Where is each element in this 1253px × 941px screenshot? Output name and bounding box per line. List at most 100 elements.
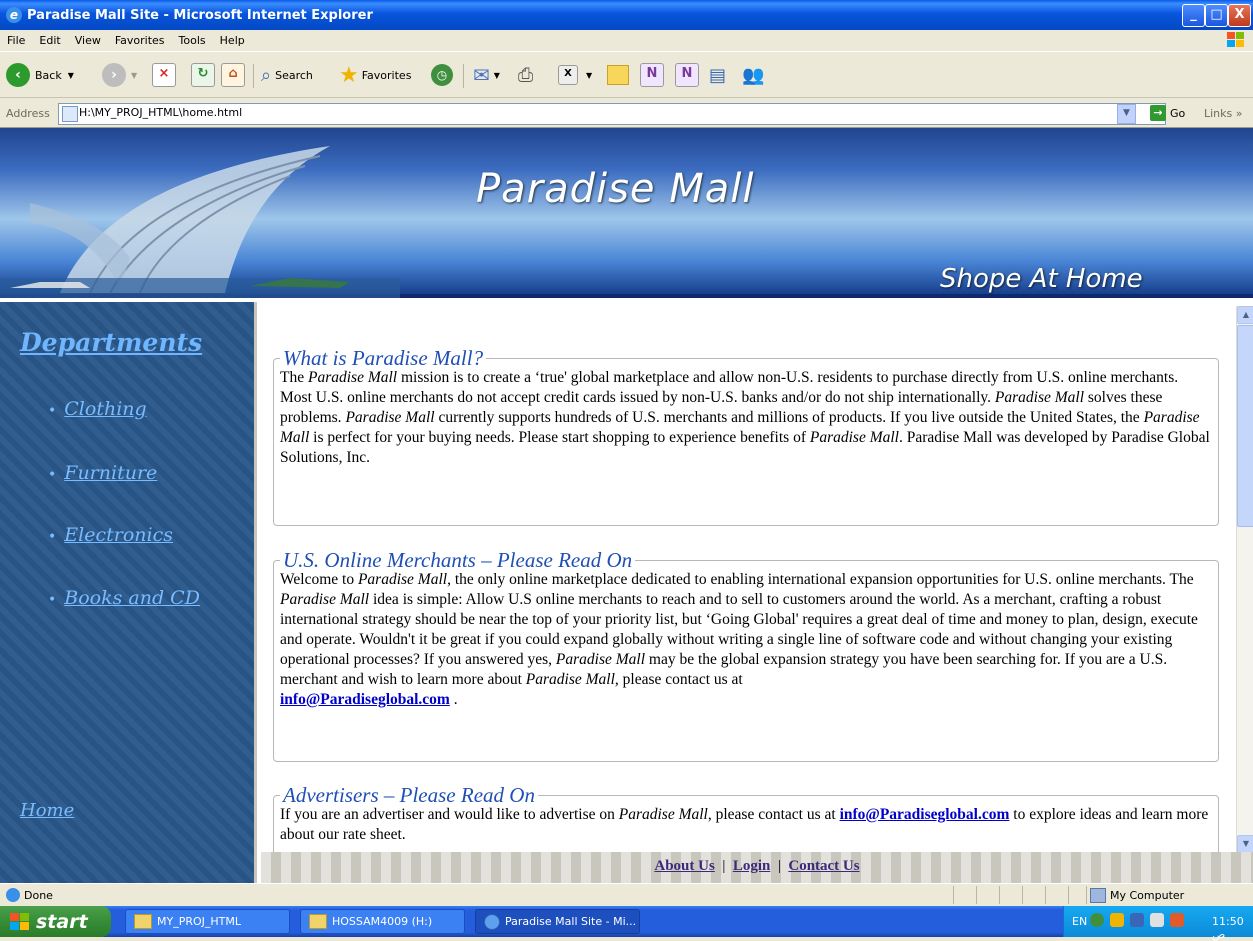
sidebar-item-electronics[interactable]: • Electronics: [48, 524, 173, 546]
ie-icon: [484, 913, 500, 930]
ie-logo-icon: e: [6, 7, 22, 23]
address-bar: Address H:\MY_PROJ_HTML\home.html ▼ → Go…: [0, 98, 1253, 128]
email-link[interactable]: info@Paradiseglobal.com: [280, 691, 450, 708]
language-indicator[interactable]: EN: [1072, 915, 1087, 928]
clock: 11:50 ص: [1212, 915, 1244, 941]
menu-tools[interactable]: Tools: [172, 34, 213, 47]
home-icon: ⌂: [221, 63, 245, 87]
sidebar-item-books-and-cd[interactable]: • Books and CD: [48, 587, 200, 609]
section-title: U.S. Online Merchants – Please Read On: [283, 548, 633, 572]
status-text: Done: [6, 888, 53, 902]
history-button[interactable]: ◷: [431, 61, 453, 89]
close-button[interactable]: X: [1228, 4, 1251, 27]
edit-icon: X: [558, 65, 578, 85]
go-label: Go: [1170, 106, 1186, 120]
menu-help[interactable]: Help: [213, 34, 252, 47]
scroll-up-icon[interactable]: ▲: [1237, 306, 1253, 324]
back-button[interactable]: ‹ Back ▼: [6, 61, 74, 89]
sidebar-item-clothing[interactable]: • Clothing: [48, 398, 147, 420]
menu-view[interactable]: View: [68, 34, 108, 47]
start-button[interactable]: start: [0, 906, 111, 937]
email-link[interactable]: info@Paradiseglobal.com: [840, 806, 1010, 823]
web-page: Paradise Mall Shope At Home Departments …: [0, 128, 1253, 883]
media-button[interactable]: ▤: [709, 61, 726, 89]
history-icon: ◷: [431, 64, 453, 86]
section-text: If you are an advertiser and would like …: [280, 806, 1209, 843]
taskbar-item-paradise-mall[interactable]: Paradise Mall Site - Mi...: [475, 909, 640, 934]
minimize-button[interactable]: _: [1182, 4, 1205, 27]
tray-display-icon[interactable]: [1150, 913, 1164, 927]
section-text: The Paradise Mall mission is to create a…: [280, 369, 1210, 466]
edit-dropdown-icon[interactable]: ▼: [586, 71, 592, 80]
content-area: What is Paradise Mall? The Paradise Mall…: [261, 306, 1236, 852]
stop-icon: ×: [152, 63, 176, 87]
favorites-label: Favorites: [361, 68, 412, 82]
home-button[interactable]: ⌂: [221, 61, 245, 89]
menu-file[interactable]: File: [0, 34, 32, 47]
mail-icon: ✉: [473, 63, 490, 87]
stop-button[interactable]: ×: [152, 61, 176, 89]
departments-heading: Departments: [20, 328, 203, 357]
home-link[interactable]: Home: [20, 800, 74, 821]
section-merchants: U.S. Online Merchants – Please Read On W…: [273, 550, 1219, 762]
sidebar-item-furniture[interactable]: • Furniture: [48, 462, 157, 484]
research-button[interactable]: N: [675, 61, 699, 89]
vertical-scrollbar[interactable]: ▲ ▼: [1236, 306, 1253, 853]
login-link[interactable]: Login: [733, 858, 771, 874]
star-icon: ★: [339, 62, 359, 88]
title-bar: e Paradise Mall Site - Microsoft Interne…: [0, 0, 1253, 30]
windows-logo-icon: [1227, 32, 1245, 48]
tray-arrow-icon[interactable]: [1090, 913, 1104, 927]
tray-shield-icon[interactable]: [1170, 913, 1184, 927]
taskbar-item-hossam4009[interactable]: HOSSAM4009 (H:): [300, 909, 465, 934]
back-arrow-icon: ‹: [6, 63, 30, 87]
security-zone: My Computer: [1090, 888, 1184, 903]
mail-button[interactable]: ✉ ▼: [473, 61, 500, 89]
scroll-down-icon[interactable]: ▼: [1237, 835, 1253, 853]
taskbar-item-my-proj-html[interactable]: MY_PROJ_HTML: [125, 909, 290, 934]
people-icon: 👥: [742, 64, 765, 86]
mail-dropdown-icon[interactable]: ▼: [494, 71, 500, 80]
tray-network-icon[interactable]: [1130, 913, 1144, 927]
links-button[interactable]: Links »: [1204, 107, 1243, 120]
favorites-button[interactable]: ★ Favorites: [339, 61, 411, 89]
search-button[interactable]: ⌕ Search: [261, 61, 313, 89]
onenote-icon: N: [640, 63, 664, 87]
forward-dropdown-icon[interactable]: ▼: [131, 71, 137, 80]
messenger-button[interactable]: N: [640, 61, 664, 89]
refresh-icon: ↻: [191, 63, 215, 87]
refresh-button[interactable]: ↻: [191, 61, 215, 89]
address-dropdown-icon[interactable]: ▼: [1117, 104, 1136, 124]
contacts-button[interactable]: 👥: [742, 61, 764, 89]
toolbar: ‹ Back ▼ › ▼ × ↻ ⌂ ⌕ Search ★ Favorites …: [0, 51, 1253, 98]
scroll-thumb[interactable]: [1237, 325, 1253, 527]
back-label: Back: [35, 68, 62, 82]
folder-icon: [134, 914, 152, 929]
back-dropdown-icon[interactable]: ▼: [68, 71, 74, 80]
discuss-button[interactable]: [607, 61, 629, 89]
menu-edit[interactable]: Edit: [32, 34, 67, 47]
forward-button[interactable]: › ▼: [102, 61, 137, 89]
onenote-notes-icon: N: [675, 63, 699, 87]
building-illustration: [0, 146, 400, 298]
site-tagline: Shope At Home: [940, 264, 1143, 294]
tray-app-icon[interactable]: [1110, 913, 1124, 927]
search-icon: ⌕: [261, 64, 272, 86]
go-button[interactable]: → Go: [1150, 105, 1185, 121]
contact-us-link[interactable]: Contact Us: [788, 858, 859, 874]
about-us-link[interactable]: About Us: [654, 858, 714, 874]
print-button[interactable]: ⎙: [518, 61, 533, 89]
address-input[interactable]: H:\MY_PROJ_HTML\home.html: [58, 103, 1166, 125]
note-icon: [607, 65, 629, 85]
taskbar: start MY_PROJ_HTML HOSSAM4009 (H:) Parad…: [0, 906, 1253, 941]
menu-bar: File Edit View Favorites Tools Help: [0, 30, 1253, 51]
address-url: H:\MY_PROJ_HTML\home.html: [79, 106, 243, 119]
section-advertisers: Advertisers – Please Read On If you are …: [273, 785, 1219, 852]
status-bar: Done My Computer: [0, 883, 1253, 906]
edit-button[interactable]: X ▼: [558, 61, 592, 89]
menu-favorites[interactable]: Favorites: [108, 34, 172, 47]
forward-arrow-icon: ›: [102, 63, 126, 87]
section-text: Welcome to Paradise Mall, the only onlin…: [280, 571, 1198, 708]
banner: Paradise Mall Shope At Home: [0, 128, 1253, 298]
maximize-button[interactable]: □: [1205, 4, 1228, 27]
